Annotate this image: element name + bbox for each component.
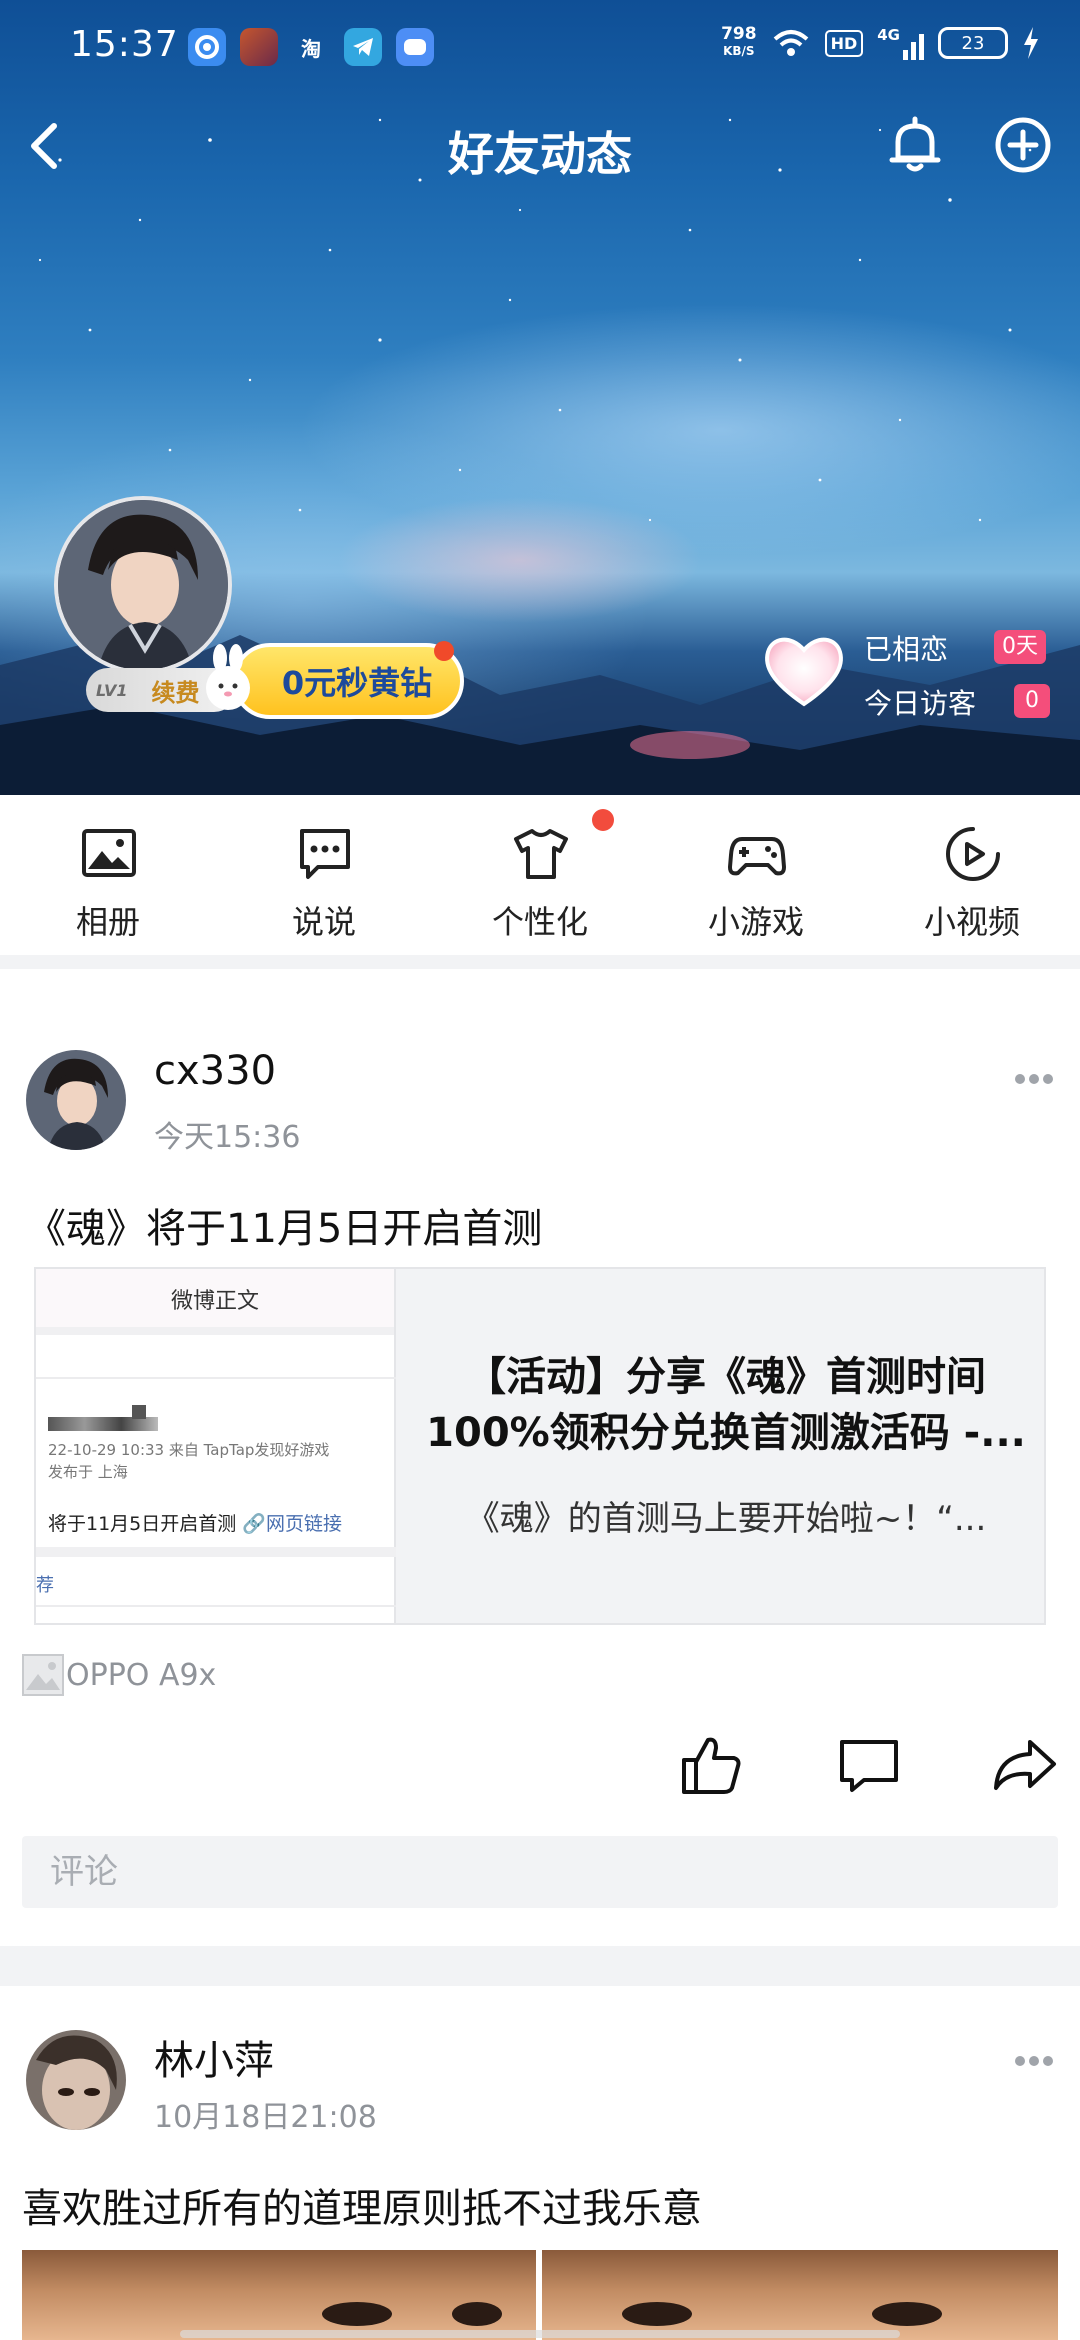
thumb-divider <box>36 1377 396 1379</box>
comment-icon[interactable] <box>836 1732 902 1798</box>
shared-link-card[interactable]: 微博正文 22-10-29 10:33 来自 TapTap发现好游戏 发布于 上… <box>34 1267 1046 1625</box>
status-indicators: 798 KB/S HD 4G 23 <box>721 26 1040 60</box>
tshirt-icon <box>514 829 568 879</box>
post-avatar[interactable] <box>26 1050 126 1150</box>
share-title: 【活动】分享《魂》首测时间 100%领积分兑换首测激活码 -... <box>416 1349 1036 1461</box>
top-nav-bar: 好友动态 <box>0 100 1080 190</box>
play-icon <box>946 827 1000 881</box>
cell-signal-icon: 4G <box>877 26 924 60</box>
vip-promo-dot <box>434 641 454 661</box>
thumb-divider-2 <box>36 1547 396 1557</box>
visitors-count-badge[interactable]: 0 <box>1014 684 1050 718</box>
thumb-header: 微博正文 <box>36 1269 394 1335</box>
nav-item-minigames[interactable]: 小游戏 <box>648 795 864 955</box>
nav-item-album[interactable]: 相册 <box>0 795 216 955</box>
visitors-label[interactable]: 今日访客 <box>864 682 976 722</box>
message-icon <box>300 829 350 879</box>
comment-input[interactable]: 评论 <box>22 1836 1058 1908</box>
battery-level: 23 <box>961 32 985 54</box>
avatar-illustration <box>26 1050 126 1150</box>
network-type: 4G <box>877 26 900 44</box>
nav-label-posts: 说说 <box>291 903 356 941</box>
browser-app-icon <box>188 28 226 66</box>
more-options-icon[interactable] <box>1014 1073 1054 1085</box>
nav-label-album: 相册 <box>75 903 140 941</box>
renew-label: 续费 <box>151 678 200 707</box>
share-title-line1: 【活动】分享《魂》首测时间 <box>466 1354 986 1400</box>
share-icon[interactable] <box>992 1732 1058 1798</box>
vip-promo-button[interactable]: 0元秒黄钻 <box>232 641 464 719</box>
device-name: OPPO A9x <box>66 1657 217 1693</box>
gamepad-icon <box>728 837 786 876</box>
post-text: 《魂》将于11月5日开启首测 <box>26 1206 543 1252</box>
status-time: 15:37 <box>70 24 179 65</box>
post-photo[interactable] <box>542 2250 1058 2340</box>
nav-item-personalize[interactable]: 个性化 <box>432 795 648 955</box>
home-indicator <box>180 2330 900 2338</box>
nav-item-posts[interactable]: 说说 <box>216 795 432 955</box>
section-divider <box>0 1946 1080 1986</box>
post-avatar[interactable] <box>26 2030 126 2130</box>
thumb-link: 🔗网页链接 <box>242 1513 342 1535</box>
post-text: 喜欢胜过所有的道理原则抵不过我乐意 <box>22 2186 702 2232</box>
bunny-mascot-icon <box>206 644 250 710</box>
relationship-days-badge: 0天 <box>994 630 1046 664</box>
share-title-line2: 100%领积分兑换首测激活码 -... <box>426 1410 1026 1456</box>
status-app-icons: 淘 <box>188 28 434 66</box>
telegram-app-icon <box>344 28 382 66</box>
nav-label-minigames: 小游戏 <box>707 903 804 941</box>
hd-voice-icon: HD <box>824 29 864 57</box>
thumb-body: 将于11月5日开启首测 🔗网页链接 <box>48 1509 342 1536</box>
thumb-body-text: 将于11月5日开启首测 <box>48 1513 237 1535</box>
thumb-meta: 22-10-29 10:33 来自 TapTap发现好游戏 <box>48 1441 330 1459</box>
photo-eye-left <box>322 2302 392 2326</box>
share-description: 《魂》的首测马上要开始啦~！“... <box>465 1499 987 1539</box>
thumb-blurred-mark <box>132 1405 146 1419</box>
post-username[interactable]: 林小萍 <box>154 2028 274 2086</box>
feature-nav: 相册 说说 个性化 小游戏 小视频 <box>0 795 1080 955</box>
battery-icon: 23 <box>938 27 1008 59</box>
charging-icon <box>1024 27 1038 59</box>
album-icon <box>82 829 136 877</box>
section-divider <box>0 955 1080 969</box>
post-username[interactable]: cx330 <box>154 1048 276 1094</box>
taobao-app-icon: 淘 <box>301 36 321 61</box>
like-icon[interactable] <box>678 1732 744 1798</box>
thumb-footer: 荐 <box>36 1575 54 1596</box>
post-timestamp: 10月18日21:08 <box>154 2100 377 2135</box>
heart-icon[interactable] <box>762 630 846 710</box>
post-timestamp: 今天15:36 <box>154 1120 301 1155</box>
photo-eye-right <box>872 2302 942 2326</box>
share-thumbnail: 微博正文 22-10-29 10:33 来自 TapTap发现好游戏 发布于 上… <box>36 1269 396 1623</box>
personalize-notification-dot <box>592 809 614 831</box>
relationship-label: 已相恋 <box>864 633 949 666</box>
chat-app-icon <box>396 28 434 66</box>
bell-icon[interactable] <box>884 114 946 176</box>
wifi-icon <box>773 30 808 56</box>
image-placeholder-icon <box>22 1654 64 1696</box>
thumb-location: 发布于 上海 <box>48 1463 128 1481</box>
status-bar: 15:37 淘 798 KB/S HD 4G 23 <box>0 0 1080 96</box>
photo-eye-right <box>452 2302 502 2326</box>
avatar-photo <box>26 2030 126 2130</box>
more-options-icon[interactable] <box>1014 2055 1054 2067</box>
profile-cover[interactable]: 15:37 淘 798 KB/S HD 4G 23 好友动态 LV1 续费 0元… <box>0 0 1080 795</box>
network-speed: 798 KB/S <box>721 26 757 60</box>
nav-item-shortvideo[interactable]: 小视频 <box>864 795 1080 955</box>
nav-label-personalize: 个性化 <box>491 903 588 941</box>
vip-promo-label: 0元秒黄钻 <box>281 664 433 702</box>
thumb-divider-3 <box>36 1605 396 1607</box>
photo-eye-left <box>622 2302 692 2326</box>
network-speed-unit: KB/S <box>723 44 755 58</box>
nav-label-shortvideo: 小视频 <box>923 903 1020 941</box>
network-speed-value: 798 <box>721 24 757 44</box>
level-label: LV1 <box>96 680 128 700</box>
post-photo[interactable] <box>22 2250 536 2340</box>
game-app-icon <box>240 28 278 66</box>
add-circle-icon[interactable] <box>992 114 1054 176</box>
thumb-blurred-name <box>48 1417 158 1431</box>
device-tag: OPPO A9x <box>22 1654 216 1696</box>
